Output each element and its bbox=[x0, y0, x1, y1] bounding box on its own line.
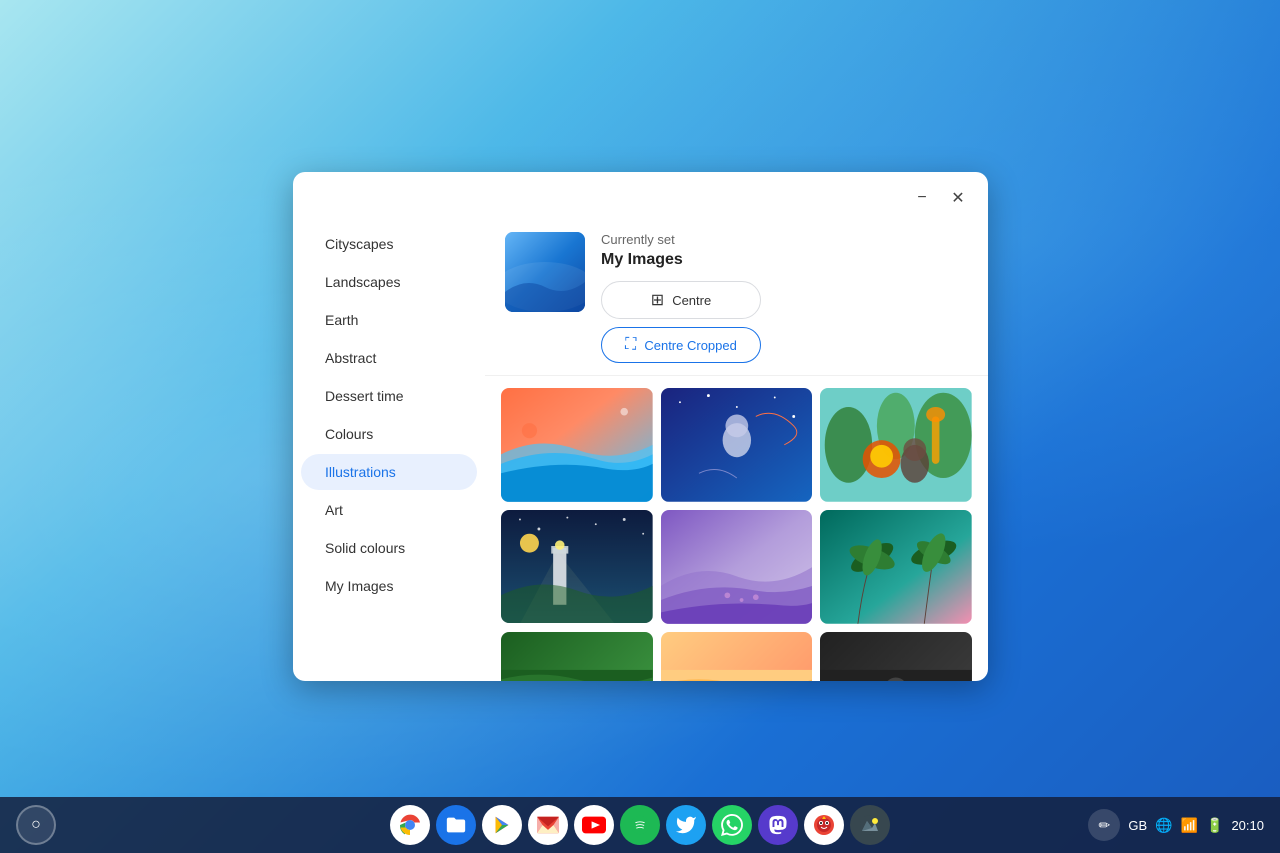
sidebar-item-abstract[interactable]: Abstract bbox=[301, 340, 477, 376]
sidebar-item-dessert-time[interactable]: Dessert time bbox=[301, 378, 477, 414]
sidebar-item-earth[interactable]: Earth bbox=[301, 302, 477, 338]
sidebar-item-solid-colours[interactable]: Solid colours bbox=[301, 530, 477, 566]
current-wallpaper-info: Currently set My Images ⊞ Centre ⛶ Centr… bbox=[601, 232, 968, 363]
current-thumb-image bbox=[505, 232, 585, 312]
chrome-svg bbox=[398, 813, 422, 837]
wallpaper-item-animals[interactable] bbox=[820, 388, 972, 502]
play-app-icon[interactable] bbox=[482, 805, 522, 845]
taskbar-left: ○ bbox=[16, 805, 56, 845]
twitter-svg bbox=[675, 814, 697, 836]
space-svg bbox=[661, 388, 813, 502]
launcher-button[interactable]: ○ bbox=[16, 805, 56, 845]
edit-button[interactable]: ✏ bbox=[1088, 809, 1120, 841]
spotify-svg bbox=[629, 814, 651, 836]
taskbar-right: ✏ GB 🌐 📶 🔋 20:10 bbox=[1088, 809, 1264, 841]
wallpaper-grid-section bbox=[485, 376, 988, 681]
centre-label: Centre bbox=[672, 293, 711, 308]
wallpaper-item-green[interactable] bbox=[501, 632, 653, 682]
whatsapp-svg bbox=[721, 814, 743, 836]
chrome-app-icon[interactable] bbox=[390, 805, 430, 845]
sidebar-item-cityscapes[interactable]: Cityscapes bbox=[301, 226, 477, 262]
gb-label: GB bbox=[1128, 818, 1147, 833]
close-button[interactable]: ✕ bbox=[944, 184, 972, 212]
sidebar-item-illustrations[interactable]: Illustrations bbox=[301, 454, 477, 490]
youtube-svg bbox=[582, 816, 606, 834]
mountains-app-icon[interactable] bbox=[850, 805, 890, 845]
wallpaper-item-lighthouse[interactable] bbox=[501, 510, 653, 624]
centre-button[interactable]: ⊞ Centre bbox=[601, 281, 761, 319]
dark-svg bbox=[820, 632, 972, 682]
angry-birds-app-icon[interactable] bbox=[804, 805, 844, 845]
time-display: 20:10 bbox=[1231, 818, 1264, 833]
currently-set-label: Currently set bbox=[601, 232, 968, 247]
files-app-icon[interactable] bbox=[436, 805, 476, 845]
sidebar-item-art[interactable]: Art bbox=[301, 492, 477, 528]
centre-cropped-icon: ⛶ bbox=[625, 336, 636, 354]
wallpaper-dialog: − ✕ Cityscapes Landscapes Earth Abstract… bbox=[293, 172, 988, 681]
spotify-app-icon[interactable] bbox=[620, 805, 660, 845]
current-wallpaper-name: My Images bbox=[601, 251, 968, 269]
wallpaper-item-beach[interactable] bbox=[501, 388, 653, 502]
palms-svg bbox=[820, 510, 972, 624]
main-content: Currently set My Images ⊞ Centre ⛶ Centr… bbox=[485, 216, 988, 681]
angry-birds-svg bbox=[812, 813, 836, 837]
play-svg bbox=[491, 814, 513, 836]
peach-svg bbox=[661, 632, 813, 682]
mountains-svg bbox=[858, 813, 882, 837]
centre-cropped-button[interactable]: ⛶ Centre Cropped bbox=[601, 327, 761, 363]
files-svg bbox=[445, 814, 467, 836]
desert-svg bbox=[661, 510, 813, 624]
wallpaper-grid bbox=[501, 388, 972, 681]
minimize-button[interactable]: − bbox=[908, 184, 936, 212]
dialog-body: Cityscapes Landscapes Earth Abstract Des… bbox=[293, 216, 988, 681]
gmail-app-icon[interactable] bbox=[528, 805, 568, 845]
centre-icon: ⊞ bbox=[651, 290, 664, 310]
lighthouse-svg bbox=[501, 510, 653, 624]
network-icon: 🌐 bbox=[1155, 817, 1172, 834]
current-wallpaper-section: Currently set My Images ⊞ Centre ⛶ Centr… bbox=[485, 216, 988, 376]
position-buttons-group: ⊞ Centre ⛶ Centre Cropped bbox=[601, 281, 968, 363]
sidebar-item-my-images[interactable]: My Images bbox=[301, 568, 477, 604]
wallpaper-item-desert[interactable] bbox=[661, 510, 813, 624]
sidebar: Cityscapes Landscapes Earth Abstract Des… bbox=[293, 216, 485, 681]
wifi-icon: 📶 bbox=[1181, 817, 1198, 834]
wallpaper-item-peach[interactable] bbox=[661, 632, 813, 682]
wallpaper-item-palms[interactable] bbox=[820, 510, 972, 624]
current-wallpaper-thumbnail bbox=[505, 232, 585, 312]
gmail-svg bbox=[537, 816, 559, 834]
centre-cropped-label: Centre Cropped bbox=[644, 338, 737, 353]
battery-icon: 🔋 bbox=[1206, 817, 1223, 834]
dialog-header: − ✕ bbox=[293, 172, 988, 216]
sidebar-item-colours[interactable]: Colours bbox=[301, 416, 477, 452]
green-svg bbox=[501, 632, 653, 682]
mastodon-svg bbox=[767, 814, 789, 836]
sidebar-item-landscapes[interactable]: Landscapes bbox=[301, 264, 477, 300]
taskbar: ○ bbox=[0, 797, 1280, 853]
whatsapp-app-icon[interactable] bbox=[712, 805, 752, 845]
current-thumb-svg bbox=[505, 232, 585, 312]
youtube-app-icon[interactable] bbox=[574, 805, 614, 845]
beach-svg bbox=[501, 388, 653, 502]
wallpaper-item-space[interactable] bbox=[661, 388, 813, 502]
wallpaper-item-dark[interactable] bbox=[820, 632, 972, 682]
mastodon-app-icon[interactable] bbox=[758, 805, 798, 845]
taskbar-center bbox=[390, 805, 890, 845]
animals-svg bbox=[820, 388, 972, 502]
twitter-app-icon[interactable] bbox=[666, 805, 706, 845]
